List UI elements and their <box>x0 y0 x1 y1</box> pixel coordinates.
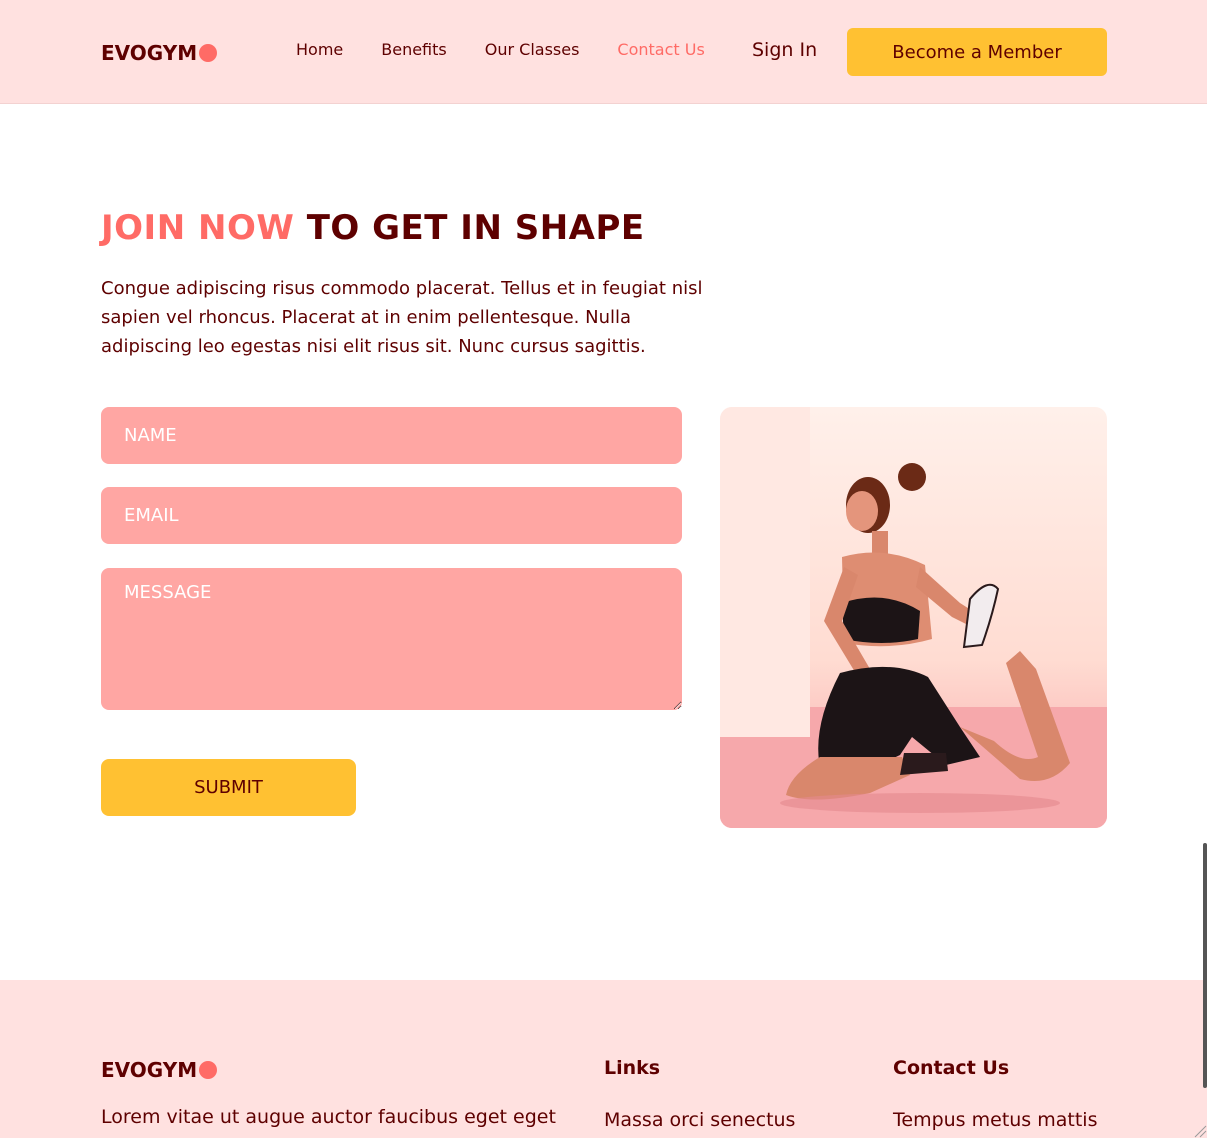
footer-about-text: Lorem vitae ut augue auctor faucibus ege… <box>101 1106 556 1128</box>
become-member-button[interactable]: Become a Member <box>847 28 1107 76</box>
footer-logo-dot-icon <box>199 1061 218 1079</box>
headline-accent: JOIN NOW <box>101 208 295 248</box>
woman-stretching-illustration <box>720 407 1107 828</box>
contact-headline: JOIN NOW TO GET IN SHAPE <box>101 208 645 248</box>
woman-stretching-photo <box>720 407 1107 828</box>
nav-link-home[interactable]: Home <box>296 40 343 59</box>
evogym-logo[interactable]: EVOGYM <box>101 41 218 65</box>
resize-grip-icon[interactable] <box>1193 1124 1207 1138</box>
contact-intro-text: Congue adipiscing risus commodo placerat… <box>101 278 703 357</box>
footer-logo-text: EVOGYM <box>101 1058 198 1082</box>
logo-text: EVOGYM <box>101 41 198 65</box>
message-textarea[interactable] <box>101 568 682 710</box>
sign-in-link[interactable]: Sign In <box>752 39 817 61</box>
vertical-scrollbar[interactable] <box>1203 843 1207 1088</box>
nav-links: Home Benefits Our Classes Contact Us <box>296 40 705 59</box>
footer-evogym-logo[interactable]: EVOGYM <box>101 1058 218 1082</box>
name-input[interactable] <box>101 407 682 464</box>
footer-link-item[interactable]: Massa orci senectus <box>604 1109 795 1131</box>
nav-link-our-classes[interactable]: Our Classes <box>485 40 580 59</box>
footer-contact-item: Tempus metus mattis <box>893 1109 1098 1131</box>
top-navbar: EVOGYM Home Benefits Our Classes Contact… <box>0 0 1207 104</box>
footer-contact-heading: Contact Us <box>893 1057 1010 1079</box>
nav-link-benefits[interactable]: Benefits <box>381 40 447 59</box>
email-input[interactable] <box>101 487 682 544</box>
headline-rest: TO GET IN SHAPE <box>306 208 645 248</box>
logo-dot-icon <box>199 44 218 62</box>
nav-link-contact-us[interactable]: Contact Us <box>617 40 704 59</box>
footer-links-heading: Links <box>604 1057 661 1079</box>
submit-button[interactable]: SUBMIT <box>101 759 356 816</box>
